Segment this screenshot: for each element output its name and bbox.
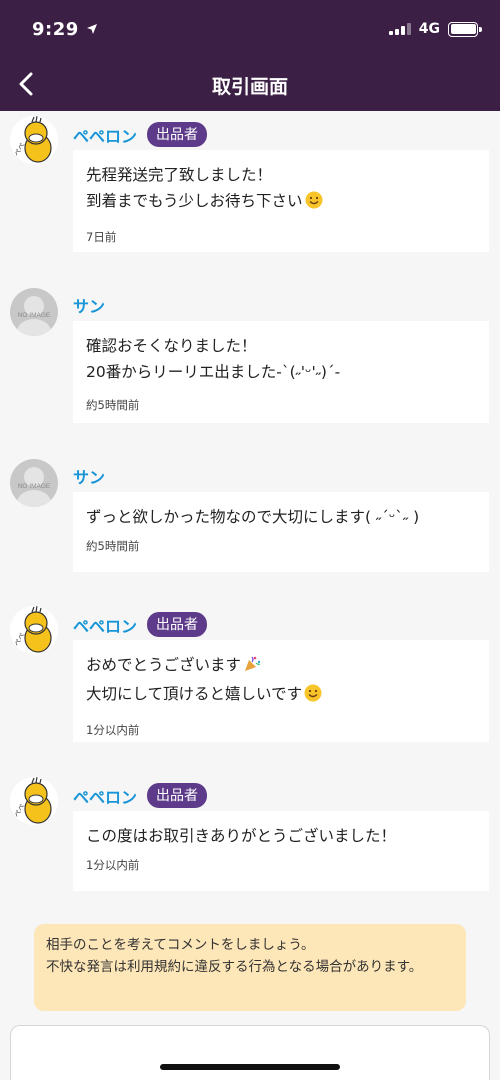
app-header: 9:29 4G 取引画面 [0,0,500,111]
message-time: 1分以内前 [86,723,140,737]
message-time: 約5時間前 [86,398,140,412]
page-title: 取引画面 [211,76,288,98]
svg-text:NO IMAGE: NO IMAGE [18,312,51,319]
seller-badge: 出品者 [147,612,208,637]
message-bubble: この度はお取引きありがとうございました！ 1分以内前 [73,811,489,891]
smiling-face-emoji [305,191,323,217]
signal-icon [388,23,411,35]
status-time: 9:29 [32,19,98,40]
message-text: ずっと欲しかった物なので大切にします( ˶ˊᵕˋ˶ ) [86,508,420,526]
sender-name[interactable]: ペペロン [73,613,137,637]
message-bubble: 先程発送完了致しました！ 到着までもう少しお待ち下さい 7日前 [73,150,489,252]
sender-row: サン [73,293,105,317]
sender-name[interactable]: ペペロン [73,123,137,147]
psyduck-avatar[interactable]: ぺぺ [10,116,58,164]
location-arrow-icon [86,24,97,34]
sender-row: ペペロン 出品者 [73,783,208,808]
message-text: 確認おそくなりました！ 20番からリーリエ出ました-`(˶'ᵕ'˶)´- [86,337,341,381]
status-indicators: 4G [388,21,482,37]
message-text: 先程発送完了致しました！ 到着までもう少しお待ち下さい [86,162,476,217]
sender-row: サン [73,464,105,488]
message-bubble: 確認おそくなりました！ 20番からリーリエ出ました-`(˶'ᵕ'˶)´- 約5時… [73,321,489,423]
seller-badge: 出品者 [147,783,208,808]
notice-text: 相手のことを考えてコメントをしましょう。 不快な発言は利用規約に違反する行為とな… [46,937,423,975]
network-label: 4G [418,21,440,37]
smiling-face-emoji [304,684,322,710]
message-time: 7日前 [86,230,117,244]
comment-input[interactable] [10,1025,490,1080]
psyduck-avatar[interactable]: ぺぺ [10,777,58,825]
message-time: 約5時間前 [86,539,140,553]
message-text: おめでとうございます 大切にして頂けると嬉しいです [86,652,476,710]
battery-icon [448,21,482,37]
svg-text:NO IMAGE: NO IMAGE [18,483,51,490]
comment-guideline-notice: 相手のことを考えてコメントをしましょう。 不快な発言は利用規約に違反する行為とな… [34,924,466,1011]
sender-name[interactable]: サン [73,293,105,317]
psyduck-avatar[interactable]: ぺぺ [10,606,58,654]
no-image-avatar[interactable]: NO IMAGE [10,288,58,336]
sender-row: ペペロン 出品者 [73,122,208,147]
no-image-avatar[interactable]: NO IMAGE [10,459,58,507]
seller-badge: 出品者 [147,122,208,147]
home-indicator [160,1064,340,1070]
message-bubble: ずっと欲しかった物なので大切にします( ˶ˊᵕˋ˶ ) 約5時間前 [73,492,489,572]
message-time: 1分以内前 [86,858,140,872]
message-bubble: おめでとうございます 大切にして頂けると嬉しいです 1分以内前 [73,640,489,742]
sender-row: ペペロン 出品者 [73,612,208,637]
sender-name[interactable]: サン [73,464,105,488]
sender-name[interactable]: ペペロン [73,784,137,808]
party-popper-emoji [243,655,261,681]
message-text: この度はお取引きありがとうございました！ [86,827,397,845]
